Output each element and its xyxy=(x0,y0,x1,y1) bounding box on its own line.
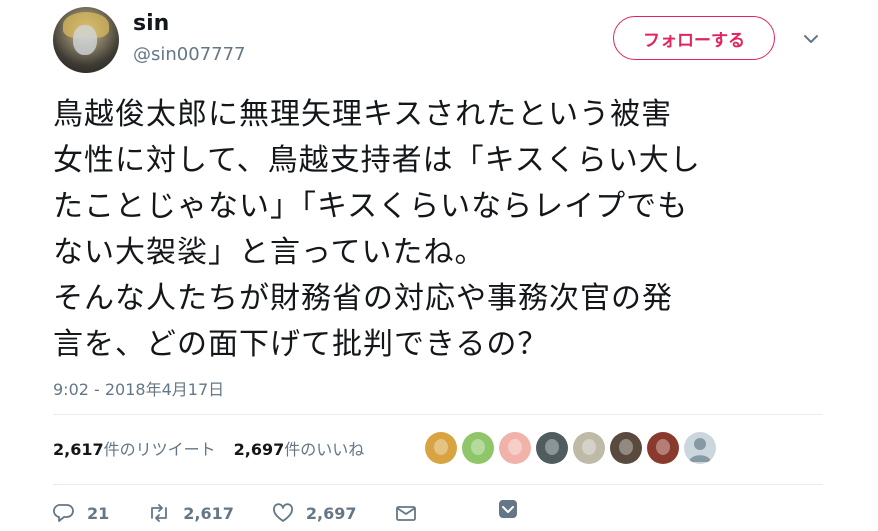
display-name[interactable]: sin xyxy=(133,11,169,36)
liker-avatar[interactable] xyxy=(610,432,642,464)
liker-avatars xyxy=(425,432,721,464)
reply-icon xyxy=(53,504,74,522)
default-avatar[interactable] xyxy=(684,432,716,464)
liker-avatar-detail xyxy=(434,439,448,455)
retweet-stat[interactable]: 2,617件のリツイート xyxy=(53,436,216,460)
divider xyxy=(53,414,823,415)
liker-avatar[interactable] xyxy=(425,432,457,464)
action-bar: 21 2,617 2,697 xyxy=(53,500,468,526)
reply-count: 21 xyxy=(87,503,110,523)
liker-avatar-detail xyxy=(619,439,633,455)
envelope-icon xyxy=(396,506,417,521)
reply-button[interactable]: 21 xyxy=(53,502,109,524)
direct-message-button[interactable] xyxy=(394,502,430,524)
like-stat[interactable]: 2,697件のいいね xyxy=(234,436,365,460)
retweet-icon xyxy=(151,504,168,522)
like-stat-count: 2,697 xyxy=(233,440,285,459)
follow-button[interactable]: フォローする xyxy=(613,16,775,60)
avatar-face-shape xyxy=(73,25,97,55)
liker-avatar-detail xyxy=(582,439,596,455)
liker-avatar[interactable] xyxy=(573,432,605,464)
retweet-count: 2,617 xyxy=(183,503,234,523)
liker-avatar[interactable] xyxy=(462,432,494,464)
person-silhouette-icon xyxy=(689,438,711,462)
user-handle[interactable]: @sin007777 xyxy=(133,44,246,65)
avatar[interactable] xyxy=(53,7,119,73)
like-count: 2,697 xyxy=(305,503,357,523)
liker-avatar[interactable] xyxy=(536,432,568,464)
liker-avatar[interactable] xyxy=(647,432,679,464)
liker-avatar-detail xyxy=(656,439,670,455)
tweet-stats: 2,617件のリツイート 2,697件のいいね xyxy=(53,436,382,460)
like-button[interactable]: 2,697 xyxy=(272,502,357,524)
divider xyxy=(53,484,823,485)
tweet-timestamp[interactable]: 9:02 - 2018年4月17日 xyxy=(53,376,224,400)
liker-avatar[interactable] xyxy=(499,432,531,464)
tweet-text: 鳥越俊太郎に無理矢理キスされたという被害 女性に対して、鳥越支持者は「キスくらい… xyxy=(53,97,701,362)
like-stat-label: 件のいいね xyxy=(284,440,365,459)
liker-avatar-detail xyxy=(545,439,559,455)
share-caret-icon[interactable] xyxy=(498,499,518,519)
heart-icon xyxy=(272,503,293,522)
liker-avatar-detail xyxy=(508,439,522,455)
retweet-button[interactable]: 2,617 xyxy=(147,502,234,524)
chevron-down-icon[interactable] xyxy=(800,28,822,50)
liker-avatar-detail xyxy=(471,439,485,455)
retweet-stat-label: 件のリツイート xyxy=(103,440,216,459)
retweet-stat-count: 2,617 xyxy=(53,440,104,459)
